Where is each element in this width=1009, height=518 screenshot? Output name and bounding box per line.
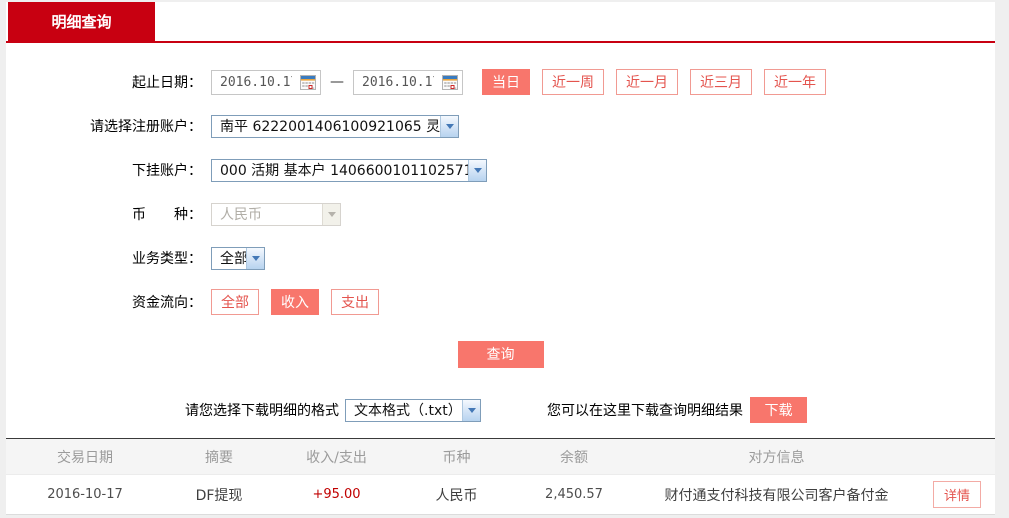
header-balance: 余额 <box>560 449 588 466</box>
cell-currency: 人民币 <box>399 474 514 515</box>
query-button[interactable]: 查询 <box>457 341 544 368</box>
register-account-label: 请选择注册账户： <box>90 119 202 135</box>
currency-select: 人民币 <box>211 202 341 226</box>
start-date-field[interactable] <box>211 69 321 95</box>
query-form: 起止日期： — <box>6 43 995 315</box>
business-type-label: 业务类型： <box>132 251 202 267</box>
flow-all-button[interactable]: 全部 <box>211 289 259 315</box>
chevron-down-icon[interactable] <box>468 159 486 181</box>
fund-flow-buttons: 全部 收入 支出 <box>211 289 391 315</box>
range-quarter-button[interactable]: 近三月 <box>690 69 752 95</box>
cell-balance: 2,450.57 <box>514 474 634 515</box>
currency-value: 人民币 <box>220 207 262 223</box>
currency-row: 币 种： 人民币 <box>6 201 995 227</box>
date-range-row: 起止日期： — <box>6 69 995 95</box>
cell-trade-date: 2016-10-17 <box>6 474 164 515</box>
fund-flow-row: 资金流向： 全部 收入 支出 <box>6 289 995 315</box>
cell-actions: 详情 <box>919 474 995 515</box>
chevron-down-icon[interactable] <box>246 247 264 269</box>
detail-button[interactable]: 详情 <box>932 481 981 508</box>
cell-summary: DF提现 <box>164 474 274 515</box>
header-income-expense: 收入/支出 <box>306 449 367 466</box>
download-format-value: 文本格式（.txt） <box>354 403 462 419</box>
header-actions <box>919 439 995 475</box>
sub-account-select[interactable]: 000 活期 基本户 1406600101102571848 <box>211 158 487 182</box>
header-counterparty: 对方信息 <box>748 449 805 466</box>
table-row: 2016-10-17 DF提现 +95.00 人民币 2,450.57 财付通支… <box>6 474 995 515</box>
table-header-row: 交易日期 摘要 收入/支出 币种 余额 对方信息 <box>6 438 995 475</box>
flow-expense-button[interactable]: 支出 <box>331 289 379 315</box>
flow-income-button[interactable]: 收入 <box>271 289 319 315</box>
start-date-input[interactable] <box>220 74 292 90</box>
header-summary: 摘要 <box>205 449 233 466</box>
end-date-input[interactable] <box>362 74 434 90</box>
download-button[interactable]: 下载 <box>750 397 807 423</box>
chevron-down-icon[interactable] <box>462 399 480 421</box>
fund-flow-label: 资金流向： <box>132 295 202 311</box>
register-account-value: 南平 6222001406100921065 灵通卡 <box>220 119 440 135</box>
date-range-separator: — <box>330 74 344 90</box>
cell-counterparty: 财付通支付科技有限公司客户备付金 <box>634 474 919 515</box>
register-account-row: 请选择注册账户： 南平 6222001406100921065 灵通卡 <box>6 113 995 139</box>
download-hint: 您可以在这里下载查询明细结果 <box>547 403 743 419</box>
end-date-field[interactable] <box>353 69 463 95</box>
header-currency: 币种 <box>442 449 471 466</box>
calendar-icon[interactable] <box>442 74 458 90</box>
quick-range-buttons: 当日 近一周 近一月 近三月 近一年 <box>482 69 838 95</box>
range-year-button[interactable]: 近一年 <box>764 69 826 95</box>
download-row: 请您选择下载明细的格式 文本格式（.txt） 您可以在这里下载查询明细结果 下载 <box>6 397 995 423</box>
detail-query-panel: 明细查询 起止日期： 2016.10.17 — 2016.10.17 当日 近一… <box>6 2 995 515</box>
chevron-down-icon <box>322 203 340 225</box>
business-type-value: 全部 <box>220 251 246 267</box>
sub-account-row: 下挂账户： 000 活期 基本户 1406600101102571848 <box>6 157 995 183</box>
tab-bar: 明细查询 <box>6 2 995 43</box>
query-button-row: 查询 <box>6 341 995 368</box>
business-type-row: 业务类型： 全部 <box>6 245 995 271</box>
range-today-button[interactable]: 当日 <box>482 69 530 95</box>
range-month-button[interactable]: 近一月 <box>616 69 678 95</box>
header-trade-date: 交易日期 <box>57 449 113 466</box>
cell-amount: +95.00 <box>274 474 399 515</box>
range-week-button[interactable]: 近一周 <box>542 69 604 95</box>
currency-label: 币 种： <box>132 207 202 223</box>
result-table: 交易日期 摘要 收入/支出 币种 余额 对方信息 2016-10-17 DF提现… <box>6 438 995 515</box>
date-range-label: 起止日期： <box>132 75 202 91</box>
tab-detail-query[interactable]: 明细查询 <box>8 2 155 43</box>
download-format-label: 请您选择下载明细的格式 <box>185 403 339 419</box>
chevron-down-icon[interactable] <box>440 115 458 137</box>
business-type-select[interactable]: 全部 <box>211 246 265 270</box>
download-format-select[interactable]: 文本格式（.txt） <box>345 398 481 422</box>
register-account-select[interactable]: 南平 6222001406100921065 灵通卡 <box>211 114 459 138</box>
calendar-icon[interactable] <box>300 74 316 90</box>
sub-account-label: 下挂账户： <box>132 163 202 179</box>
sub-account-value: 000 活期 基本户 1406600101102571848 <box>220 163 468 179</box>
